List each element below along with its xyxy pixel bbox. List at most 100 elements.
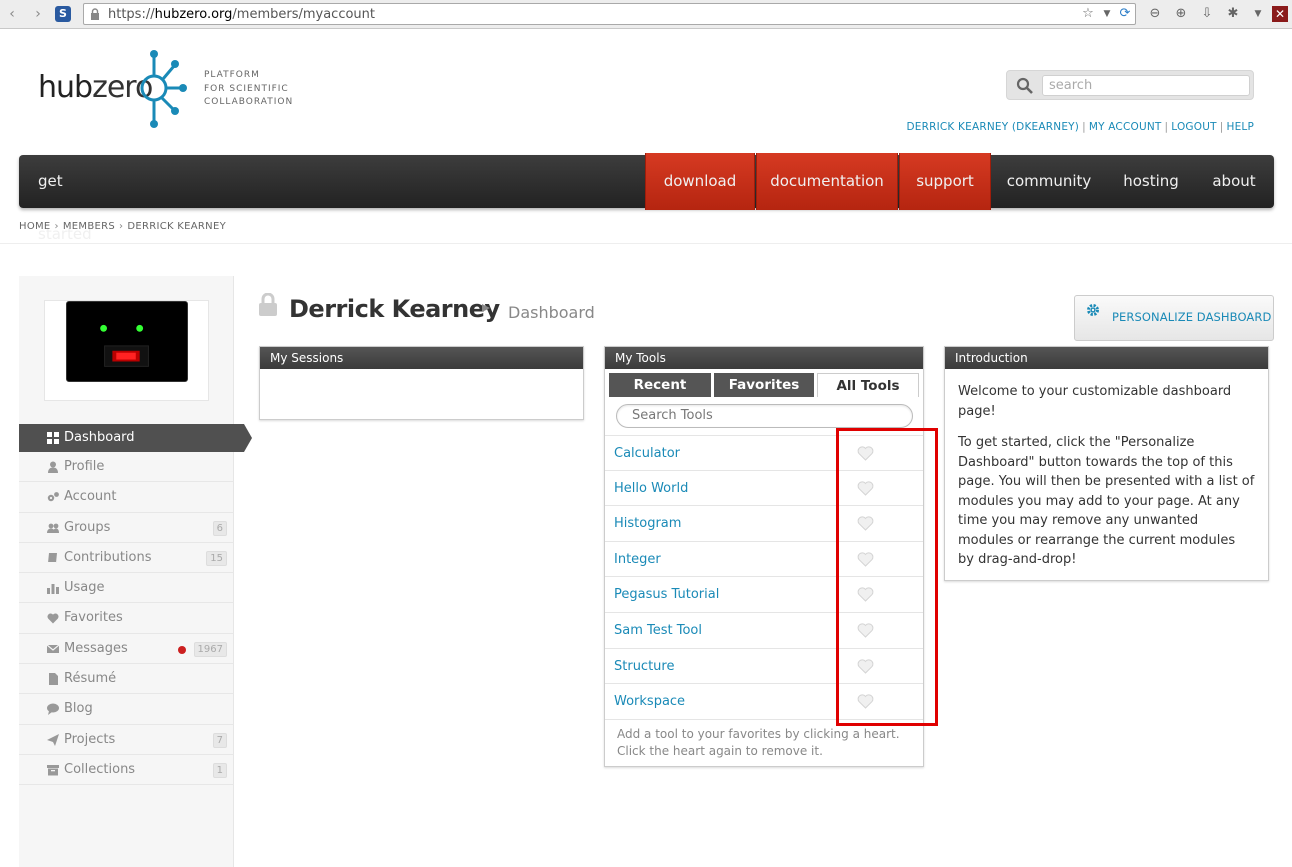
sidebar-item-usage[interactable]: Usage [19, 573, 234, 604]
sidebar-item-label: Account [64, 489, 117, 505]
breadcrumb-current[interactable]: DERRICK KEARNEY [127, 221, 226, 232]
tab-all-tools[interactable]: All Tools [817, 373, 919, 397]
url-dropdown-icon[interactable]: ▼ [1098, 5, 1116, 23]
menu-dropdown-icon[interactable]: ▼ [1249, 5, 1267, 23]
tool-link[interactable]: Structure [614, 659, 674, 674]
sidebar-item-blog[interactable]: Blog [19, 694, 234, 725]
sidebar-item-label: Collections [64, 761, 136, 777]
search-tools-input[interactable]: Search Tools [616, 404, 913, 428]
sidebar-item-label: Contributions [64, 549, 152, 565]
group-icon [47, 523, 59, 533]
sidebar-item-label: Groups [64, 519, 111, 535]
nav-community[interactable]: community [1004, 155, 1094, 208]
page-subtitle: Dashboard [508, 303, 595, 322]
forward-icon[interactable]: › [29, 5, 47, 23]
nav-about[interactable]: about [1203, 155, 1265, 208]
heart-icon [47, 613, 59, 624]
lock-icon [259, 293, 277, 316]
site-identity-icon[interactable]: S [55, 6, 71, 22]
introduction-text: Welcome to your customizable dashboard p… [945, 369, 1268, 583]
grid-icon [47, 432, 59, 444]
document-icon [49, 673, 58, 686]
download-icon[interactable]: ⇩ [1198, 5, 1216, 23]
sidebar-item-profile[interactable]: Profile [19, 452, 234, 483]
module-header[interactable]: My Tools [605, 347, 923, 369]
sidebar-item-projects[interactable]: Projects 7 [19, 725, 234, 755]
unread-indicator [178, 645, 186, 654]
breadcrumb: HOME › MEMBERS › DERRICK KEARNEY [19, 221, 226, 232]
nav-download[interactable]: download [645, 153, 755, 210]
highlight-annotation [836, 428, 938, 726]
tool-link[interactable]: Hello World [614, 481, 688, 496]
count-badge: 1967 [193, 641, 227, 657]
back-icon[interactable]: ‹ [3, 5, 21, 23]
sidebar-item-account[interactable]: Account [19, 482, 234, 513]
hubzero-logo[interactable]: hubzero PLATFORM FOR SCIENTIFIC COLLABOR… [38, 48, 298, 130]
tool-link[interactable]: Integer [614, 552, 661, 567]
sidebar-item-collections[interactable]: Collections 1 [19, 755, 234, 786]
tool-link[interactable]: Histogram [614, 516, 681, 531]
logout-link[interactable]: LOGOUT [1171, 121, 1216, 133]
tool-link[interactable]: Workspace [614, 694, 685, 709]
avatar[interactable] [66, 301, 188, 382]
nav-get-started[interactable]: get started [38, 155, 108, 243]
breadcrumb-home[interactable]: HOME [19, 221, 51, 232]
sidebar-item-label: Dashboard [64, 430, 135, 445]
tab-favorites[interactable]: Favorites [714, 373, 814, 397]
count-badge: 6 [212, 520, 227, 536]
sidebar-item-groups[interactable]: Groups 6 [19, 513, 234, 543]
addon-icon[interactable]: ✱ [1224, 5, 1242, 23]
envelope-icon [47, 644, 59, 653]
nav-support[interactable]: support [899, 153, 991, 210]
personalize-dashboard-button[interactable]: PERSONALIZE DASHBOARD [1074, 295, 1274, 341]
sidebar-item-label: Favorites [64, 610, 123, 626]
nav-documentation[interactable]: documentation [756, 153, 898, 210]
tool-link[interactable]: Calculator [614, 446, 680, 461]
address-bar[interactable]: https://hubzero.org/members/myaccount ☆ … [83, 3, 1136, 25]
tools-help-text: Add a tool to your favorites by clicking… [617, 727, 900, 758]
intro-paragraph: To get started, click the "Personalize D… [958, 435, 1255, 567]
search-input[interactable]: search [1042, 75, 1250, 96]
bookmark-star-icon[interactable]: ☆ [1079, 5, 1097, 23]
avatar-frame [44, 300, 209, 401]
bar-chart-icon [47, 584, 59, 595]
my-account-link[interactable]: MY ACCOUNT [1089, 121, 1162, 133]
zoom-out-icon[interactable]: ⊖ [1146, 5, 1164, 23]
sidebar-item-favorites[interactable]: Favorites [19, 603, 234, 634]
module-header[interactable]: Introduction [945, 347, 1268, 369]
speech-bubble-icon [47, 703, 59, 716]
tool-link[interactable]: Sam Test Tool [614, 623, 702, 638]
user-profile-link[interactable]: DERRICK KEARNEY (DKEARNEY) [906, 121, 1079, 133]
tools-tabs: Recent Favorites All Tools [607, 371, 920, 397]
tab-recent[interactable]: Recent [609, 373, 711, 397]
count-badge: 15 [206, 550, 227, 566]
help-link[interactable]: HELP [1226, 121, 1254, 133]
user-links: DERRICK KEARNEY (DKEARNEY) | MY ACCOUNT | LO… [906, 121, 1254, 133]
nav-hosting[interactable]: hosting [1111, 155, 1191, 208]
sidebar-item-label: Profile [64, 459, 105, 474]
sidebar-item-label: Résumé [64, 671, 117, 687]
padlock-icon [91, 8, 99, 20]
close-icon[interactable]: ✕ [1272, 6, 1288, 22]
breadcrumb-members[interactable]: MEMBERS [63, 221, 115, 232]
my-sessions-module: My Sessions [259, 346, 584, 420]
zoom-in-icon[interactable]: ⊕ [1172, 5, 1190, 23]
sidebar-item-contributions[interactable]: Contributions 15 [19, 543, 234, 574]
introduction-module: Introduction Welcome to your customizabl… [944, 346, 1269, 581]
book-icon [48, 552, 57, 564]
sidebar-item-messages[interactable]: Messages 1967 [19, 634, 234, 665]
module-header[interactable]: My Sessions [260, 347, 583, 369]
sidebar-item-dashboard[interactable]: Dashboard [19, 424, 252, 452]
tool-link[interactable]: Pegasus Tutorial [614, 587, 719, 602]
search-icon[interactable] [1016, 77, 1034, 95]
logo-molecule-icon [140, 50, 187, 128]
sidebar-item-label: Usage [64, 580, 105, 596]
count-badge: 1 [212, 762, 227, 778]
page-title: Derrick Kearney [289, 295, 500, 323]
tagline: PLATFORM FOR SCIENTIFIC COLLABORATION [204, 70, 294, 107]
personalize-label: PERSONALIZE DASHBOARD [1112, 310, 1272, 324]
reload-icon[interactable]: ⟳ [1116, 5, 1134, 23]
sidebar-item-label: Projects [64, 731, 116, 747]
sidebar-item-rsum[interactable]: Résumé [19, 664, 234, 695]
gear-icon [1087, 304, 1099, 316]
